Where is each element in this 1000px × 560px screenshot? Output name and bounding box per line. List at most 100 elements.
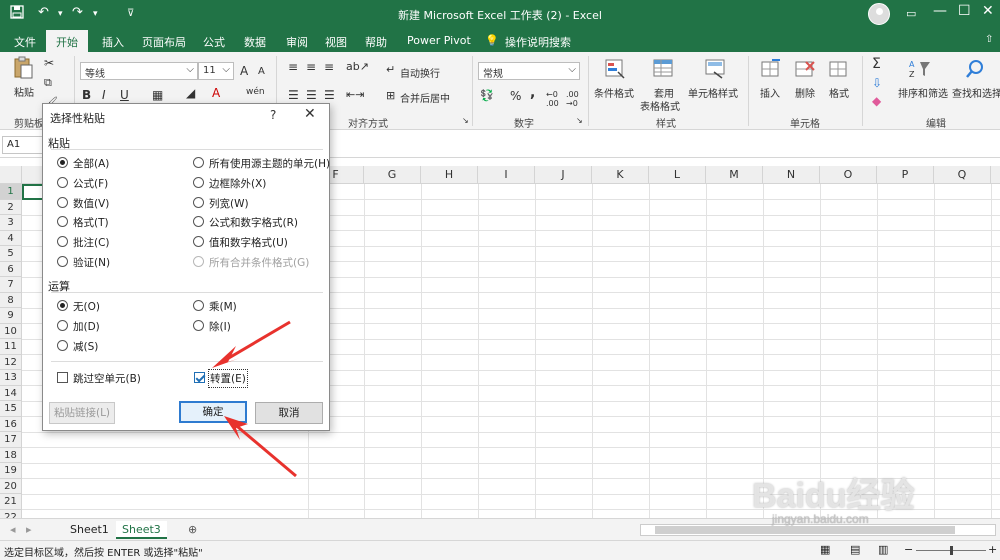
wrap-text-icon[interactable]: ↵ — [386, 63, 395, 76]
operation-subtract[interactable]: 减(S) — [57, 339, 177, 353]
copy-icon[interactable]: ⧉ — [44, 76, 52, 90]
row-header[interactable]: 5 — [0, 246, 22, 262]
table-format-button-line2[interactable]: 表格格式 — [640, 98, 680, 113]
paste-option-values[interactable]: 数值(V) — [57, 196, 177, 210]
operation-add[interactable]: 加(D) — [57, 319, 177, 333]
increase-decimal-icon[interactable]: ←0.00 — [546, 90, 559, 108]
page-layout-view-icon[interactable]: ▤ — [850, 543, 860, 556]
zoom-slider-thumb[interactable] — [950, 546, 953, 555]
tab-home[interactable]: 开始 — [46, 30, 88, 52]
phonetic-icon[interactable]: wén — [246, 87, 265, 97]
radio[interactable] — [57, 256, 68, 267]
bold-button[interactable]: B — [82, 88, 91, 102]
radio[interactable] — [57, 236, 68, 247]
number-format-select[interactable]: 常规 ⌵ — [478, 62, 580, 80]
cell-style-icon[interactable] — [704, 58, 726, 80]
merge-center-icon[interactable]: ⊞ — [386, 89, 395, 102]
align-center-icon[interactable]: ☰ — [306, 88, 317, 102]
format-cells-button[interactable]: 格式 — [829, 85, 849, 100]
row-header[interactable]: 15 — [0, 401, 22, 417]
font-size-select[interactable]: 11 ⌵ — [198, 62, 234, 80]
active-cell[interactable] — [22, 184, 44, 200]
indent-icon[interactable]: ⇤⇥ — [346, 88, 364, 101]
column-header[interactable]: J — [535, 166, 592, 184]
user-avatar[interactable] — [868, 3, 890, 25]
wrap-text-button[interactable]: 自动换行 — [400, 65, 440, 80]
row-header[interactable]: 20 — [0, 478, 22, 494]
grow-font-button[interactable]: A — [240, 64, 248, 78]
row-header[interactable]: 19 — [0, 463, 22, 479]
italic-button[interactable]: I — [102, 88, 106, 102]
tab-power-pivot[interactable]: Power Pivot — [407, 34, 471, 47]
sheet-tab[interactable]: Sheet1 — [64, 521, 115, 539]
tab-formulas[interactable]: 公式 — [203, 34, 225, 50]
operation-multiply[interactable]: 乘(M) — [193, 299, 313, 313]
radio-selected[interactable] — [57, 300, 68, 311]
find-icon[interactable] — [964, 58, 986, 80]
row-header[interactable]: 4 — [0, 230, 22, 246]
row-header[interactable]: 18 — [0, 447, 22, 463]
radio[interactable] — [193, 216, 204, 227]
fill-color-icon[interactable]: ◢ — [186, 86, 195, 100]
paste-option-formulas-numbers[interactable]: 公式和数字格式(R) — [193, 215, 327, 229]
insert-cells-icon[interactable] — [760, 58, 782, 80]
find-select-button[interactable]: 查找和选择 — [952, 85, 1000, 100]
radio[interactable] — [193, 177, 204, 188]
autosum-icon[interactable]: Σ — [872, 56, 881, 72]
normal-view-icon[interactable]: ▦ — [820, 543, 830, 556]
tell-me-search[interactable]: 操作说明搜索 — [505, 34, 571, 50]
column-header[interactable]: I — [478, 166, 535, 184]
column-header[interactable]: G — [364, 166, 421, 184]
column-header[interactable]: L — [649, 166, 706, 184]
share-icon[interactable]: ⇧ — [985, 34, 993, 45]
row-header[interactable]: 11 — [0, 339, 22, 355]
shrink-font-button[interactable]: A — [258, 66, 265, 77]
row-header[interactable]: 17 — [0, 432, 22, 448]
cut-icon[interactable]: ✂ — [44, 56, 54, 70]
borders-icon[interactable]: ▦ — [152, 88, 163, 102]
tab-insert[interactable]: 插入 — [102, 34, 124, 50]
radio[interactable] — [57, 177, 68, 188]
column-header[interactable] — [991, 166, 1000, 184]
radio[interactable] — [193, 197, 204, 208]
row-header[interactable]: 3 — [0, 215, 22, 231]
row-header[interactable]: 21 — [0, 494, 22, 510]
column-header[interactable]: N — [763, 166, 820, 184]
paste-option-formulas[interactable]: 公式(F) — [57, 176, 177, 190]
delete-cells-button[interactable]: 删除 — [795, 85, 815, 100]
radio[interactable] — [57, 340, 68, 351]
merge-center-button[interactable]: 合并后居中 — [400, 90, 450, 105]
clear-icon[interactable]: ◆ — [872, 94, 881, 108]
checkbox-checked[interactable] — [194, 372, 205, 383]
radio[interactable] — [193, 157, 204, 168]
sort-filter-button[interactable]: 排序和筛选 — [898, 85, 948, 100]
tab-data[interactable]: 数据 — [244, 34, 266, 50]
column-header[interactable]: M — [706, 166, 763, 184]
row-header[interactable]: 2 — [0, 199, 22, 215]
radio-selected[interactable] — [57, 157, 68, 168]
checkbox[interactable] — [57, 372, 68, 383]
radio[interactable] — [193, 236, 204, 247]
operation-divide[interactable]: 除(I) — [193, 319, 313, 333]
decrease-decimal-icon[interactable]: .00 →0 — [566, 90, 579, 108]
format-cells-icon[interactable] — [828, 58, 850, 80]
align-left-icon[interactable]: ☰ — [288, 88, 299, 102]
tab-review[interactable]: 审阅 — [286, 34, 308, 50]
minimize-button[interactable]: — — [933, 3, 947, 19]
comma-button[interactable]: , — [530, 85, 535, 101]
radio[interactable] — [57, 216, 68, 227]
column-header[interactable]: O — [820, 166, 877, 184]
help-button[interactable]: ? — [270, 108, 276, 122]
row-header[interactable]: 1 — [0, 184, 22, 200]
align-top-icon[interactable]: ≡ — [288, 60, 298, 74]
row-header[interactable]: 9 — [0, 308, 22, 324]
tab-file[interactable]: 文件 — [14, 34, 36, 50]
zoom-out-icon[interactable]: − — [904, 543, 913, 556]
conditional-format-icon[interactable] — [604, 58, 626, 80]
dialog-close-button[interactable]: ✕ — [304, 106, 316, 122]
paste-option-all[interactable]: 全部(A) — [57, 156, 177, 170]
align-middle-icon[interactable]: ≡ — [306, 60, 316, 74]
accounting-format-icon[interactable]: 💱 — [480, 89, 494, 102]
ok-button[interactable]: 确定 — [179, 401, 247, 423]
paste-option-formats[interactable]: 格式(T) — [57, 215, 177, 229]
